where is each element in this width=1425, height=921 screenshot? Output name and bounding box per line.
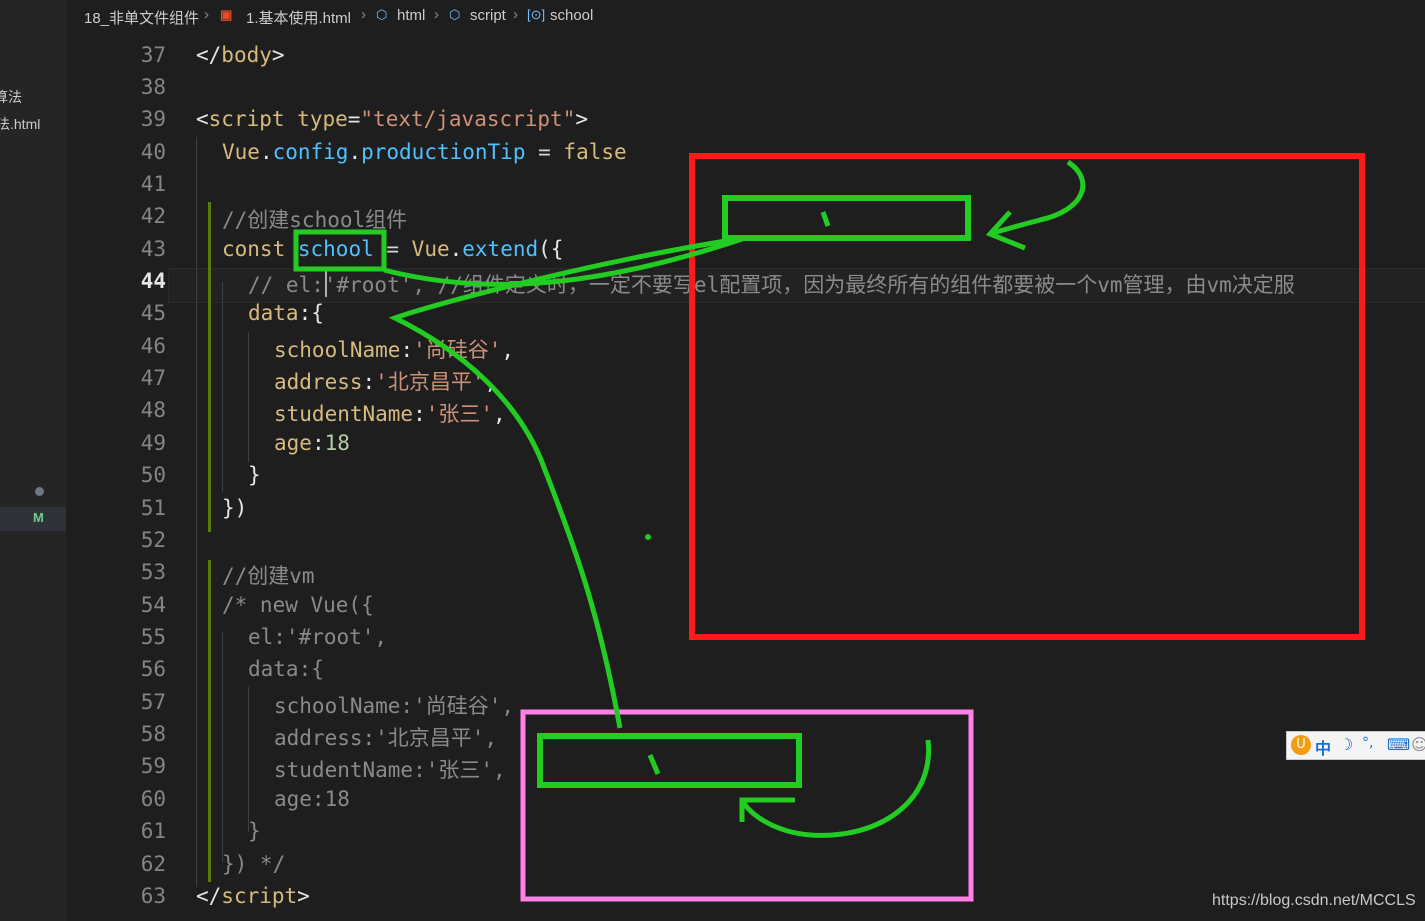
code-line-58: address:'北京昌平', (274, 726, 498, 750)
git-change-bar (208, 202, 211, 532)
code-line-39: <script type="text/javascript"> (196, 107, 588, 131)
explorer-file-item[interactable]: 法.html (0, 114, 40, 134)
watermark: https://blog.csdn.net/MCCLS (1212, 892, 1416, 909)
explorer-file-item[interactable]: 算法 (0, 87, 22, 107)
code-line-43: const school = Vue.extend({ (222, 237, 564, 261)
explorer-sidebar: 算法 法.html M (0, 0, 66, 921)
breadcrumb-folder[interactable]: 18_非单文件组件 (84, 7, 199, 28)
punctuation-icon[interactable]: °, (1362, 735, 1373, 751)
html5-icon: ▣ (220, 7, 233, 22)
line-number: 51 (140, 496, 166, 520)
ime-language-toggle[interactable]: 中 (1315, 735, 1331, 759)
line-number: 46 (140, 334, 166, 358)
code-line-50: } (248, 463, 261, 487)
line-number: 50 (140, 463, 166, 487)
code-line-63: </script> (196, 884, 310, 908)
cube-icon: ⬡ (376, 7, 388, 22)
code-line-61: } (248, 819, 261, 843)
line-number: 45 (140, 301, 166, 325)
cube-icon: ⬡ (449, 7, 461, 22)
line-number: 49 (140, 431, 166, 455)
line-number: 58 (140, 722, 166, 746)
line-number: 55 (140, 625, 166, 649)
code-line-53: //创建vm (222, 564, 315, 588)
breadcrumb-script[interactable]: script (470, 7, 506, 24)
line-number: 47 (140, 366, 166, 390)
moon-icon[interactable]: ☽ (1339, 735, 1353, 754)
line-number: 61 (140, 819, 166, 843)
chevron-right-icon: › (513, 6, 518, 23)
modified-file-row[interactable]: M (0, 507, 66, 531)
code-line-44: // el:'#root', //组件定义时，一定不要写el配置项，因为最终所有… (248, 273, 1295, 297)
code-line-54: /* new Vue({ (222, 593, 374, 617)
line-number: 57 (140, 690, 166, 714)
code-line-40: Vue.config.productionTip = false (222, 140, 627, 164)
ime-logo-icon: U (1291, 735, 1311, 755)
chevron-right-icon: › (204, 6, 209, 23)
text-cursor (325, 271, 327, 297)
line-number: 62 (140, 852, 166, 876)
line-number: 48 (140, 398, 166, 422)
code-line-51: }) (222, 496, 248, 520)
line-number: 40 (140, 140, 166, 164)
code-line-49: age:18 (274, 431, 350, 455)
code-line-60: age:18 (274, 787, 350, 811)
line-number-active: 44 (140, 269, 166, 293)
code-line-46: schoolName:'尚硅谷', (274, 338, 515, 362)
indent-guide (248, 332, 249, 462)
line-number: 42 (140, 204, 166, 228)
unsaved-dot-icon (35, 487, 44, 496)
line-number: 38 (140, 75, 166, 99)
breadcrumb-file[interactable]: 1.基本使用.html (246, 7, 351, 28)
chevron-right-icon: › (434, 6, 439, 23)
indent-guide (248, 687, 249, 832)
code-line-45: data:{ (248, 301, 324, 325)
git-modified-badge: M (33, 510, 44, 525)
line-number: 43 (140, 237, 166, 261)
line-number: 52 (140, 528, 166, 552)
code-line-37: </body> (196, 43, 285, 67)
code-line-55: el:'#root', (248, 625, 388, 649)
line-number: 63 (140, 884, 166, 908)
code-line-42: //创建school组件 (222, 208, 408, 232)
line-number: 60 (140, 787, 166, 811)
code-editor[interactable]: 37 38 39 40 41 42 43 44 45 46 47 48 49 5… (66, 32, 1425, 921)
line-number: 56 (140, 657, 166, 681)
variable-icon: [⊙] (527, 7, 546, 22)
user-icon[interactable]: ☺ (1411, 735, 1425, 754)
breadcrumb: 18_非单文件组件 › ▣ 1.基本使用.html › ⬡ html › ⬡ s… (66, 0, 1425, 32)
line-number: 54 (140, 593, 166, 617)
indent-guide (222, 282, 223, 492)
indent-guide (222, 632, 223, 862)
line-number: 41 (140, 172, 166, 196)
breadcrumb-school[interactable]: school (550, 7, 593, 24)
breadcrumb-html[interactable]: html (397, 7, 425, 24)
ime-toolbar[interactable]: U 中 ☽ °, ⌨ ☺ (1286, 731, 1425, 760)
code-line-59: studentName:'张三', (274, 758, 506, 782)
keyboard-icon[interactable]: ⌨ (1387, 735, 1410, 754)
indent-guide (196, 137, 197, 887)
code-line-56: data:{ (248, 657, 324, 681)
code-line-47: address:'北京昌平', (274, 370, 498, 394)
code-line-62: }) */ (222, 852, 286, 876)
code-line-48: studentName:'张三', (274, 402, 506, 426)
git-change-bar (208, 560, 211, 882)
line-number: 53 (140, 560, 166, 584)
chevron-right-icon: › (361, 6, 366, 23)
line-number: 59 (140, 754, 166, 778)
code-line-57: schoolName:'尚硅谷', (274, 694, 515, 718)
line-number: 37 (140, 43, 166, 67)
line-number: 39 (140, 107, 166, 131)
